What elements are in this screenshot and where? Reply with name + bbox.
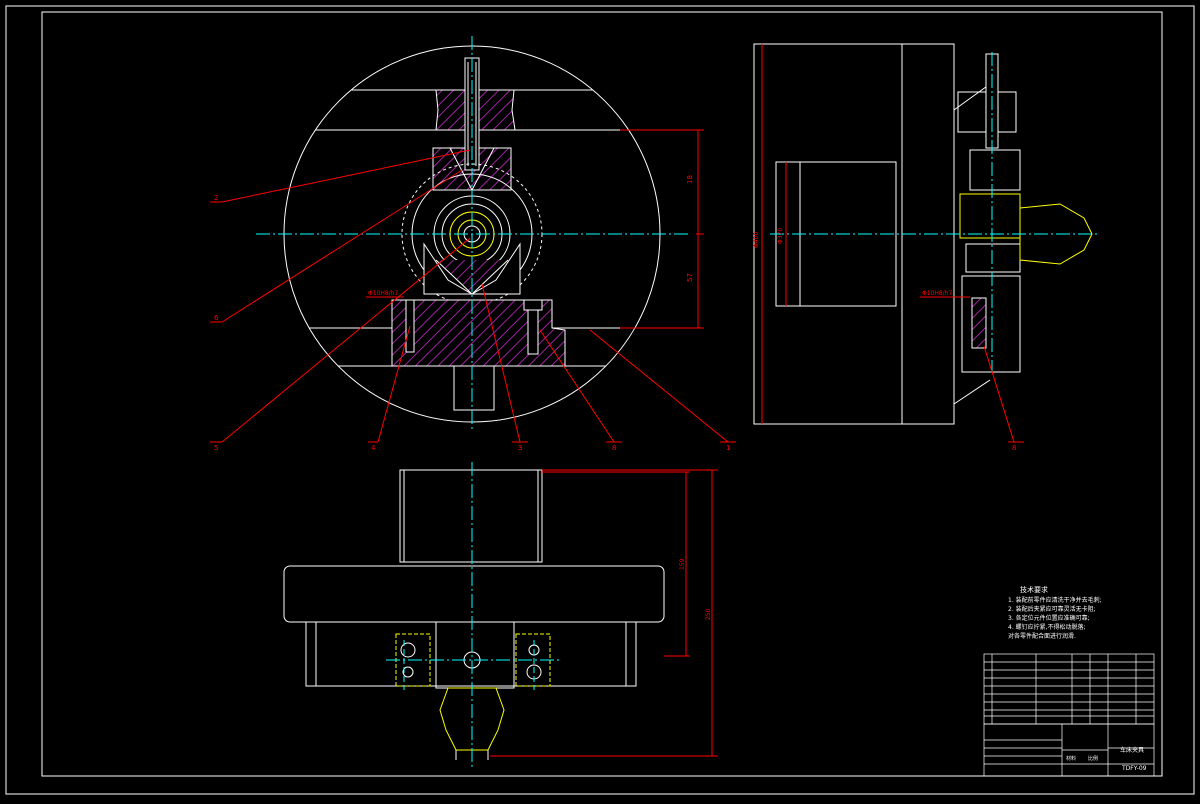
title-block-name: 车床夹具 bbox=[1120, 746, 1144, 754]
cad-drawing: 18 57 Φ10H8/h7 2 6 5 4 3 8 1 Φ400 Φ370 Φ… bbox=[5, 5, 1195, 795]
bolt-right bbox=[527, 305, 539, 355]
side-view: Φ400 Φ370 Φ10H8/h7 8 bbox=[753, 43, 1100, 452]
dim-height-top: 18 bbox=[686, 175, 694, 184]
spigot-shaft bbox=[453, 365, 495, 411]
tech-req-line-4: 4. 螺钉应拧紧,不得松动脱落; bbox=[1008, 623, 1086, 631]
dim-height-bottom: 57 bbox=[686, 273, 694, 282]
dim-fit-left: Φ10H8/h7 bbox=[368, 290, 399, 297]
balloon-3: 3 bbox=[518, 444, 522, 452]
balloon-5: 5 bbox=[214, 444, 218, 452]
balloon-8b: 8 bbox=[1012, 444, 1016, 452]
tech-req-line-5: 对各零件配合面进行润滑. bbox=[1008, 632, 1076, 640]
cad-drawing-canvas[interactable]: 18 57 Φ10H8/h7 2 6 5 4 3 8 1 Φ400 Φ370 Φ… bbox=[0, 0, 1200, 800]
title-block-material: 材料 bbox=[1066, 755, 1076, 762]
dim-bottom-inner: 159 bbox=[679, 558, 686, 570]
faceplate-top bbox=[283, 565, 665, 623]
dim-fit-right: Φ10H8/h7 bbox=[922, 290, 953, 297]
balloon-6: 6 bbox=[214, 314, 219, 322]
dim-side-outer: Φ400 bbox=[753, 232, 760, 248]
front-view: 18 57 Φ10H8/h7 2 6 5 4 3 8 1 bbox=[210, 36, 736, 452]
tech-req-line-1: 1. 装配前零件应清洗干净并去毛刺; bbox=[1008, 596, 1102, 604]
balloon-2: 2 bbox=[214, 194, 218, 202]
dim-bottom-outer: 250 bbox=[705, 608, 712, 620]
spindle-body-top bbox=[399, 469, 543, 563]
title-block-ratio: 比例 bbox=[1088, 755, 1098, 762]
dim-side-inner: Φ370 bbox=[777, 228, 784, 244]
tech-req-line-2: 2. 装配后夹紧应可靠灵活无卡阻; bbox=[1008, 605, 1096, 613]
technical-requirements: 技术要求 1. 装配前零件应清洗干净并去毛刺; 2. 装配后夹紧应可靠灵活无卡阻… bbox=[1008, 585, 1102, 640]
tech-req-line-3: 3. 各定位元件位置应准确可靠; bbox=[1008, 614, 1090, 622]
tailstock-center-top bbox=[439, 687, 505, 751]
balloon-1: 1 bbox=[726, 444, 730, 452]
title-block-code: TDFY-09 bbox=[1121, 765, 1147, 772]
tech-req-title: 技术要求 bbox=[1020, 585, 1048, 594]
top-view: 159 250 bbox=[283, 462, 718, 768]
balloon-4: 4 bbox=[371, 444, 376, 452]
balloon-8: 8 bbox=[612, 444, 616, 452]
